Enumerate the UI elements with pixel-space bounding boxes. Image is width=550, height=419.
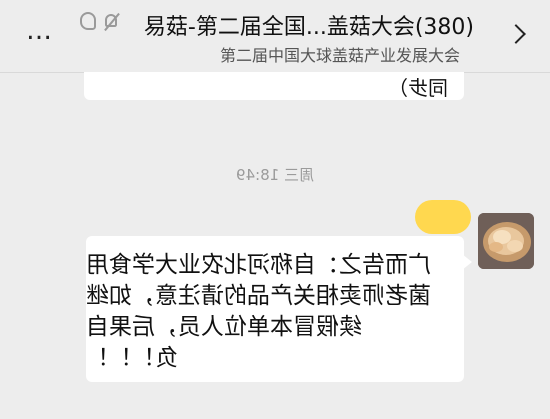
timestamp-text: 周三 18:49: [236, 166, 314, 184]
message-text: 广而告之：自称河北农业大学食用 菌老师卖相关产品的请注意，如继 续假冒本单位人员…: [86, 250, 450, 374]
avatar[interactable]: [478, 213, 534, 269]
mute-icon: [102, 12, 122, 32]
status-icons: [80, 12, 122, 32]
chat-subtitle: 第二届中国大球盖菇产业发展大会: [219, 46, 460, 65]
message-line: 续假冒本单位人员，后果自: [86, 314, 362, 340]
message-line: 广而告之：自称河北农业大学食用: [86, 252, 431, 278]
mushroom-icon: [478, 213, 534, 269]
message-bubble[interactable]: 广而告之：自称河北农业大学食用 菌老师卖相关产品的请注意，如继 续假冒本单位人员…: [86, 236, 464, 382]
highlight-bubble[interactable]: [415, 200, 471, 234]
chat-title: 易菇-第二届全国...盖菇大会(380): [143, 15, 474, 40]
message-timestamp: 周三 18:49: [0, 164, 550, 185]
ear-icon: [80, 12, 96, 30]
chevron-right-icon[interactable]: [506, 22, 532, 48]
message-bubble-tail: [462, 254, 472, 270]
previous-message-bubble[interactable]: 同步）: [84, 72, 464, 100]
chat-header: … 易菇-第二届全国...盖菇大会(380) 第二届中国大球盖菇产业发展大会: [0, 0, 550, 73]
message-line: 菌老师卖相关产品的请注意，如继: [86, 283, 431, 309]
previous-message-text: 同步）: [388, 76, 448, 100]
more-options-button[interactable]: …: [20, 18, 60, 50]
message-line: 负！！！: [86, 345, 178, 371]
